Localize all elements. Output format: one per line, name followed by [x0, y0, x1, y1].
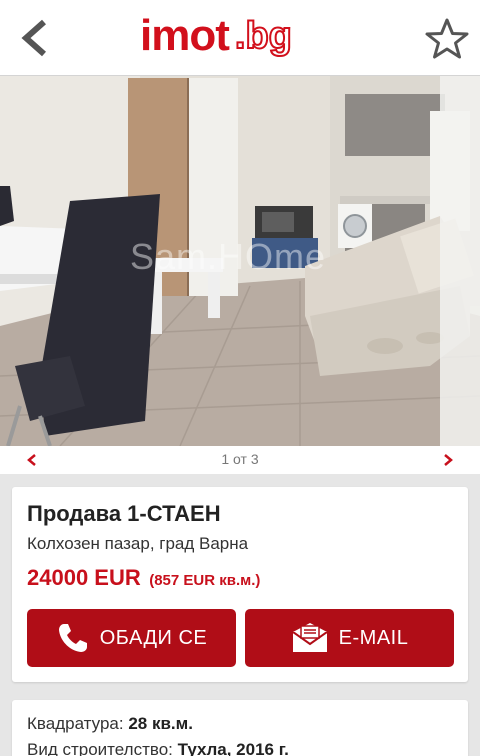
phone-icon	[58, 624, 87, 652]
listing-location: Колхозен пазар, град Варна	[27, 534, 249, 553]
property-details-card: Квадратура: 28 кв.м. Вид строителство: Т…	[12, 700, 468, 756]
photo-pager: 1 от 3	[0, 446, 480, 474]
email-button-label: E-MAIL	[338, 626, 409, 649]
logo-text: imot	[140, 11, 230, 60]
favorite-button[interactable]	[424, 16, 470, 62]
price-total: 24000 EUR	[27, 565, 141, 590]
next-photo-button[interactable]	[440, 452, 456, 468]
back-button[interactable]	[14, 16, 54, 60]
property-photo[interactable]: Sam.HOme	[0, 76, 480, 446]
listing-title: Продава 1-СТАЕН	[27, 501, 221, 526]
chevron-left-icon	[21, 19, 46, 57]
detail-area: Квадратура: 28 кв.м.	[27, 714, 193, 734]
price-per-sqm: (857 EUR кв.м.)	[149, 572, 261, 589]
app-header: imot .bg	[0, 0, 480, 76]
listing-card: Продава 1-СТАЕН Колхозен пазар, град Вар…	[12, 487, 468, 682]
logo-domain: .bg	[234, 14, 293, 58]
photo-counter: 1 от 3	[221, 451, 259, 467]
call-button[interactable]: ОБАДИ СЕ	[27, 609, 236, 667]
area-value: 28 кв.м.	[128, 714, 193, 733]
star-outline-icon	[425, 18, 469, 59]
detail-construction: Вид строителство: Тухла, 2016 г.	[27, 740, 289, 756]
call-button-label: ОБАДИ СЕ	[99, 626, 208, 649]
photo-watermark: Sam.HOme	[130, 236, 327, 277]
area-label: Квадратура:	[27, 714, 124, 733]
construction-label: Вид строителство:	[27, 740, 173, 756]
imot-logo[interactable]: imot .bg	[140, 8, 293, 68]
construction-value: Тухла, 2016 г.	[177, 740, 289, 756]
envelope-icon	[292, 623, 328, 652]
chevron-right-icon	[444, 454, 453, 466]
email-button[interactable]: E-MAIL	[245, 609, 454, 667]
listing-price: 24000 EUR (857 EUR кв.м.)	[27, 565, 260, 591]
